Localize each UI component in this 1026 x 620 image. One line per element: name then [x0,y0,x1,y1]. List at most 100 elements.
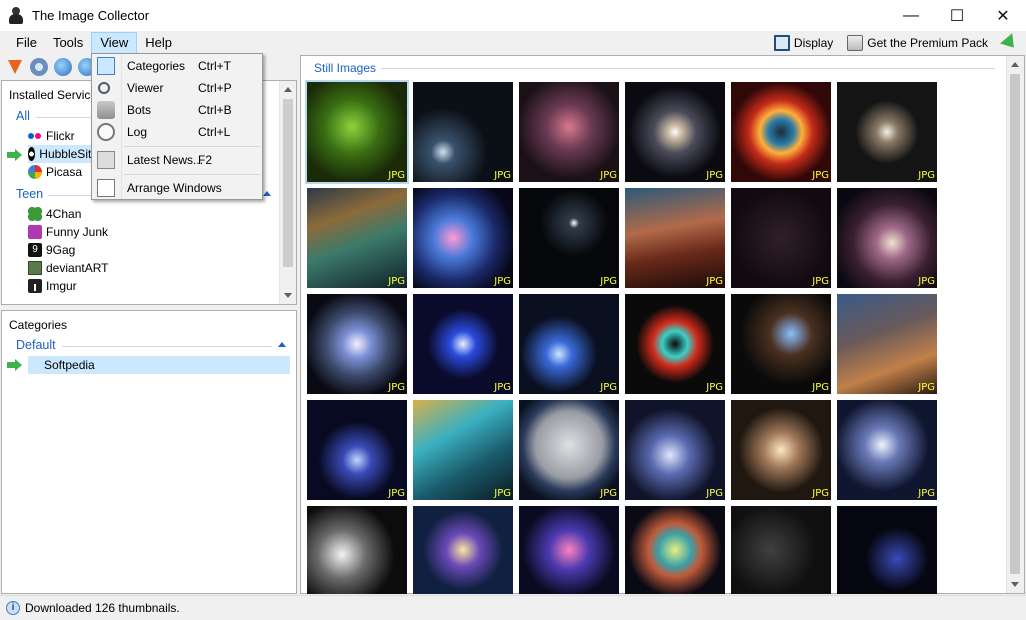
minimize-button[interactable]: — [888,0,934,31]
scroll-down-icon[interactable] [1011,582,1019,587]
category-softpedia[interactable]: Softpedia [28,356,290,374]
whirlpool-galaxy-thumbnail[interactable]: JPG [837,400,937,500]
pinwheel-galaxy-thumbnail[interactable]: JPG [625,82,725,182]
display-button[interactable]: Display [773,35,833,51]
menu-item-shortcut: Ctrl+T [198,59,231,73]
service-hubblesite[interactable]: HubbleSite [28,145,98,163]
comet-starfield-thumbnail[interactable]: JPG [519,188,619,288]
jpg-badge: JPG [388,276,405,287]
dark-field-thumbnail[interactable]: JPG [731,188,831,288]
menu-tools[interactable]: Tools [45,32,91,54]
menu-item-shortcut: F2 [198,153,213,167]
jpg-badge: JPG [388,170,405,181]
menu-item-label: Log [127,125,148,139]
update-arrow-icon[interactable] [1000,33,1020,53]
service-funny-junk[interactable]: Funny Junk [28,223,108,241]
4chan-icon [28,207,42,221]
sombrero-galaxy-thumbnail[interactable]: JPG [837,82,937,182]
service-4chan[interactable]: 4Chan [28,205,81,223]
jpg-badge: JPG [812,170,829,181]
services-scrollbar[interactable] [279,81,296,304]
menu-file[interactable]: File [8,32,45,54]
collapse-default-icon[interactable] [278,342,286,347]
jpg-badge: JPG [706,488,723,499]
menu-item-categories[interactable]: Categories Ctrl+T [92,55,262,77]
ring-nebula-thumbnail[interactable]: JPG [625,294,725,394]
collapse-teen-icon[interactable] [263,191,271,196]
hubblesite-icon [28,147,36,161]
settings-icon[interactable] [30,58,48,76]
blue-comet-thumbnail[interactable]: JPG [519,294,619,394]
maximize-button[interactable]: ☐ [934,0,980,31]
scroll-up-icon[interactable] [284,87,292,92]
blue-nebula-thumbnail[interactable]: JPG [413,294,513,394]
categories-panel: Categories Default Softpedia [1,310,297,594]
jpg-badge: JPG [706,276,723,287]
service-9gag[interactable]: 9 9Gag [28,241,75,259]
europa-moon-thumbnail[interactable]: JPG [519,400,619,500]
download-icon[interactable] [8,60,22,74]
group-all-header[interactable]: All [16,109,30,123]
comet-thumbnail[interactable]: JPG [413,82,513,182]
jpg-badge: JPG [600,170,617,181]
galaxy-cluster-thumbnail[interactable]: JPG [413,188,513,288]
carina-nebula-thumbnail[interactable]: JPG [837,294,937,394]
edge-galaxy-thumbnail[interactable]: JPG [731,400,831,500]
service-imgur[interactable]: Imgur [28,277,77,295]
menu-item-log[interactable]: Log Ctrl+L [92,121,262,143]
menu-item-label: Bots [127,103,152,117]
crab-nebula-thumbnail[interactable] [625,506,725,594]
jpg-badge: JPG [388,382,405,393]
menu-item-arrange-windows[interactable]: Arrange Windows [92,177,262,199]
orion-nebula-thumbnail[interactable]: JPG [519,82,619,182]
pillars-of-creation-thumbnail[interactable]: JPG [307,188,407,288]
menu-view[interactable]: View [91,32,138,54]
picasa-icon [28,165,42,179]
menu-help[interactable]: Help [137,32,180,54]
windows-icon [97,179,115,197]
jpg-badge: JPG [494,170,511,181]
menu-item-viewer[interactable]: Viewer Ctrl+P [92,77,262,99]
magnifier-icon [98,82,110,94]
scroll-thumb[interactable] [283,99,293,267]
menu-item-shortcut: Ctrl+L [198,125,231,139]
galaxy-collage-thumbnail[interactable]: JPG [731,294,831,394]
menu-item-label: Arrange Windows [127,181,222,195]
premium-pack-button[interactable]: Get the Premium Pack [847,35,988,51]
images-scrollbar[interactable] [1006,56,1024,593]
green-nebula-thumbnail[interactable]: JPG [305,80,409,184]
menu-item-bots[interactable]: Bots Ctrl+B [92,99,262,121]
service-picasa[interactable]: Picasa [28,163,82,181]
menu-item-latest-news[interactable]: Latest News... F2 [92,149,262,171]
app-logo-icon [8,6,24,25]
spiral-galaxy-thumbnail[interactable]: JPG [625,400,725,500]
galactic-center-thumbnail[interactable] [519,506,619,594]
teal-nebula-thumbnail[interactable]: JPG [413,400,513,500]
service-flickr[interactable]: Flickr [28,127,75,145]
jpg-badge: JPG [918,276,935,287]
cats-eye-nebula-thumbnail[interactable]: JPG [307,294,407,394]
scroll-up-icon[interactable] [1011,62,1019,67]
globe-icon[interactable] [54,58,72,76]
service-label: 4Chan [46,207,82,221]
service-deviantart[interactable]: deviantART [28,259,108,277]
scroll-down-icon[interactable] [284,293,292,298]
blue-comet-2-thumbnail[interactable]: JPG [307,400,407,500]
group-default-header[interactable]: Default [16,338,56,352]
info-icon: i [6,601,20,615]
blue-dwarf-galaxy-thumbnail[interactable] [837,506,937,594]
close-button[interactable]: ✕ [980,0,1026,31]
menu-item-shortcut: Ctrl+P [198,81,232,95]
jpg-badge: JPG [706,382,723,393]
status-bar: i Downloaded 126 thumbnails. [0,595,1026,620]
star-cluster-thumbnail[interactable] [413,506,513,594]
jpg-badge: JPG [600,382,617,393]
antennae-galaxies-thumbnail[interactable]: JPG [837,188,937,288]
horsehead-nebula-thumbnail[interactable]: JPG [625,188,725,288]
deep-field-thumbnail[interactable] [731,506,831,594]
helix-nebula-thumbnail[interactable]: JPG [731,82,831,182]
barred-spiral-thumbnail[interactable] [307,506,407,594]
scroll-thumb[interactable] [1010,74,1020,574]
group-teen-header[interactable]: Teen [16,187,43,201]
jpg-badge: JPG [600,276,617,287]
